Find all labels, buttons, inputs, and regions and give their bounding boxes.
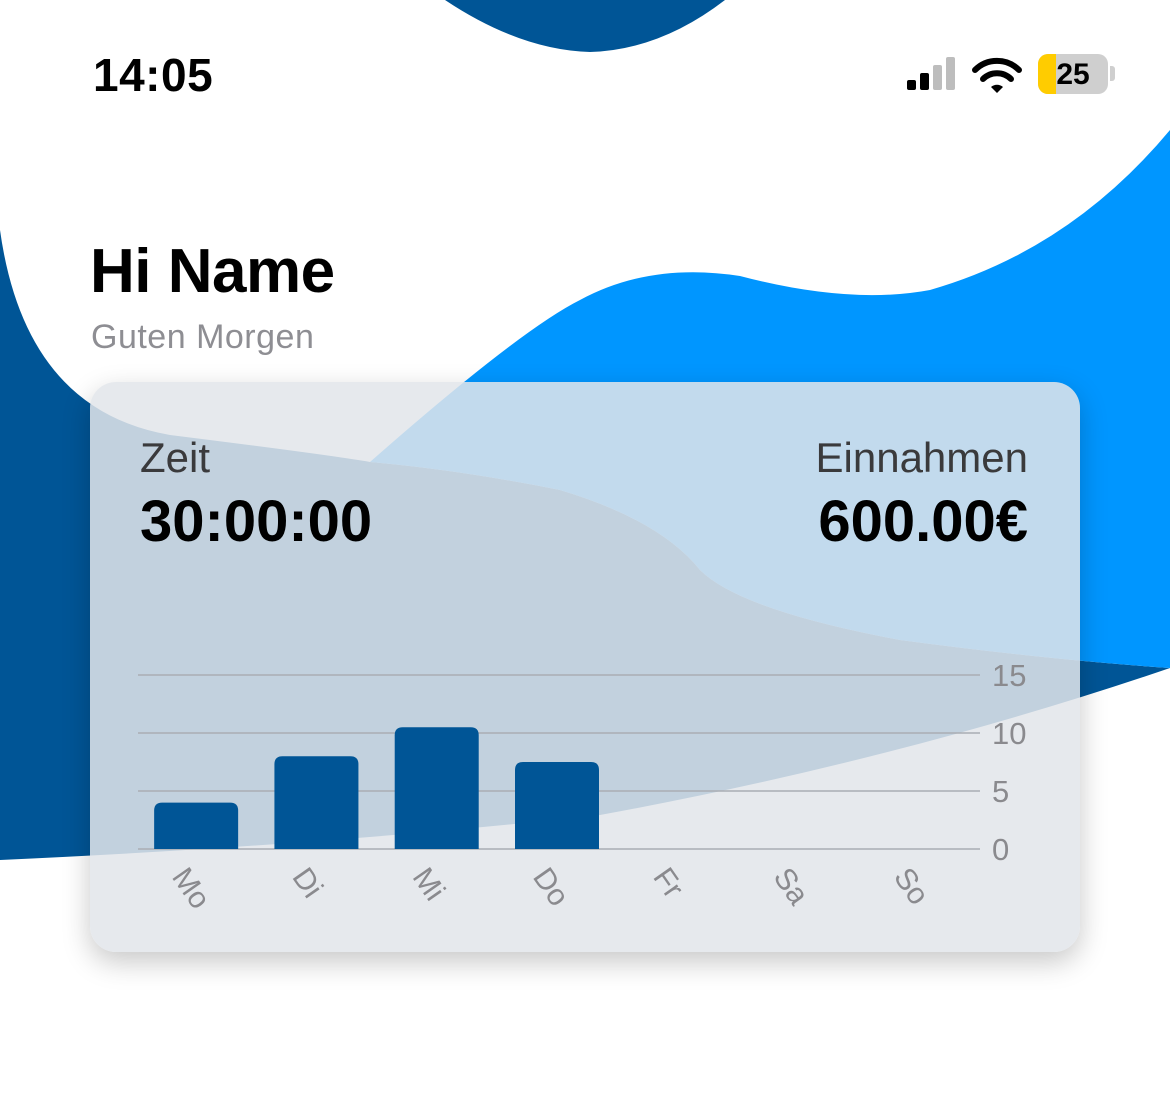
battery-level: 25 <box>1056 58 1090 91</box>
battery-icon: 25 <box>1038 54 1108 94</box>
weekly-stats-card[interactable]: 0 5 10 15 Mo Di Mi Do Fr Sa So Zeit 30:00:00 Einna… <box>90 382 1080 952</box>
bar-mi[interactable] <box>394 727 479 849</box>
bar-do[interactable] <box>515 762 599 849</box>
bar-mo[interactable] <box>154 802 239 849</box>
greeting-title: Hi Name <box>90 237 335 306</box>
top-wave-shape <box>445 0 725 52</box>
time-value: 30:00:00 <box>140 489 373 554</box>
bar-di[interactable] <box>274 756 359 849</box>
y-tick-label: 0 <box>992 832 1009 867</box>
status-time: 14:05 <box>93 49 214 101</box>
cellular-signal-icon <box>907 57 955 90</box>
x-tick-label-sa: Sa <box>767 862 815 911</box>
greeting-subtitle: Guten Morgen <box>91 318 315 356</box>
x-tick-label-mo: Mo <box>165 862 216 915</box>
y-tick-label: 10 <box>992 716 1026 751</box>
x-tick-label-mi: Mi <box>406 862 451 907</box>
home-screen: 14:05 25 Hi Name Guten Morgen 0 5 10 15 Mo Di… <box>0 0 1170 1095</box>
income-label: Einnahmen <box>815 434 1028 481</box>
battery-tip <box>1110 66 1115 81</box>
time-label: Zeit <box>140 434 211 481</box>
y-tick-label: 5 <box>992 774 1009 809</box>
y-tick-label: 15 <box>992 658 1026 693</box>
wifi-icon <box>972 57 1022 93</box>
x-tick-label-di: Di <box>286 862 329 904</box>
x-tick-label-do: Do <box>526 862 575 912</box>
x-tick-label-so: So <box>887 862 935 911</box>
income-value: 600.00€ <box>818 489 1028 554</box>
x-tick-label-fr: Fr <box>647 862 690 904</box>
